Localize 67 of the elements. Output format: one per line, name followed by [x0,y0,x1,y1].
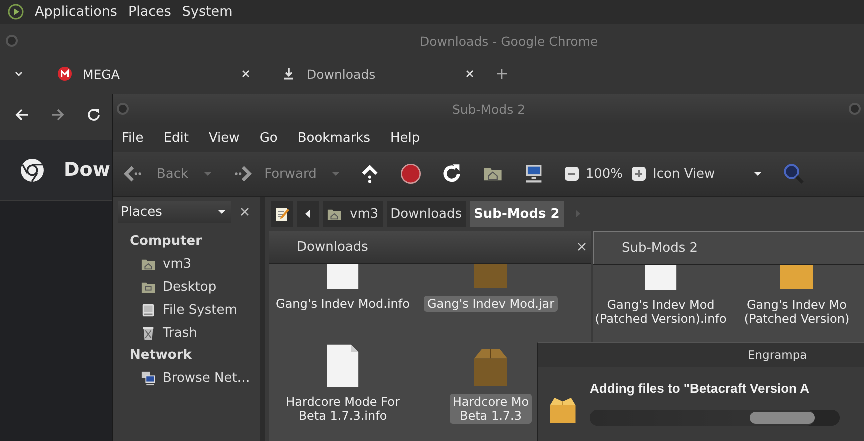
section-heading: Network [129,347,193,365]
browser-logo-icon [20,158,45,182]
close-icon[interactable] [241,69,251,79]
caret-left-icon [304,209,312,219]
view-dropdown[interactable]: Icon View [653,166,764,182]
window-title: Downloads - Google Chrome [420,34,598,48]
pane-tab[interactable]: Sub-Mods 2 [593,231,864,265]
back-arrow-icon[interactable] [14,107,30,123]
file-name[interactable]: Gang's Indev Mo (Patched Version) [741,297,853,327]
edit-location-button[interactable] [271,201,293,227]
close-icon[interactable] [577,242,587,252]
panel-menu[interactable]: Places [128,4,172,20]
panel-menu[interactable]: System [182,4,233,20]
menu-item[interactable]: Go [260,130,278,146]
dialog-title: Engrampa [748,348,808,362]
network-icon [141,371,156,386]
search-icon[interactable] [783,163,806,185]
sidebar-item[interactable]: File System [118,299,260,322]
sidebar-item[interactable]: Desktop [118,276,260,299]
reload-icon[interactable] [440,163,463,185]
dialog-message: Adding files to "Betacraft Version A [590,381,810,396]
file-name[interactable]: Gang's Indev Mod.info [273,296,413,312]
file-name[interactable]: Hardcore Mode For Beta 1.7.3.info [283,394,403,424]
forward-button[interactable]: Forward [230,163,317,185]
forward-arrow-icon[interactable] [50,107,66,123]
trash-icon [141,326,156,341]
caret-icon [217,207,227,217]
zoom-out-icon[interactable] [564,166,580,182]
new-tab-icon[interactable] [496,68,508,80]
file-name[interactable]: Hardcore Mo Beta 1.7.3 [450,394,532,424]
window-title: Sub-Mods 2 [452,102,526,116]
zoom-level: 100% [586,166,624,182]
browser-tab[interactable]: MEGA [46,66,259,82]
back-button[interactable]: Back [123,163,189,185]
chevron-down-icon[interactable] [14,69,24,79]
sidebar-item[interactable]: Browse Net… [118,367,260,390]
reload-icon[interactable] [86,107,102,123]
caret-icon [753,169,764,179]
file-name[interactable]: Gang's Indev Mod (Patched Version).info [593,297,730,327]
places-dropdown[interactable]: Places [118,201,231,223]
note-pencil-icon [274,206,290,222]
page-title: Dow [64,159,110,181]
menu-item[interactable]: View [208,130,240,146]
menu-item[interactable]: Edit [164,130,189,146]
home-folder-icon [141,257,156,272]
panel-menu[interactable]: Applications [35,4,118,20]
m-logo-icon [58,67,72,81]
path-segment[interactable]: vm3 [323,201,383,227]
folder-icon [141,280,156,295]
scroll-left-button[interactable] [297,201,319,227]
close-icon [240,207,250,217]
section-heading: Computer [129,233,204,251]
menu-item[interactable]: File [122,130,144,146]
menu-item[interactable]: Help [390,130,420,146]
browser-tab[interactable]: Downloads [270,66,483,82]
drive-icon [141,303,156,318]
sidebar-item[interactable]: vm3 [118,253,260,276]
stop-icon[interactable] [400,163,422,185]
path-segment[interactable]: Downloads [386,201,466,227]
logo-icon[interactable] [8,4,24,20]
file-name[interactable]: Gang's Indev Mod.jar [424,296,558,312]
zoom-in-icon[interactable] [631,166,648,182]
close-icon[interactable] [465,69,475,79]
sidebar-item[interactable]: Trash [118,322,260,345]
download-icon [282,67,296,81]
path-segment[interactable]: Sub-Mods 2 [470,201,564,227]
menu-item[interactable]: Bookmarks [298,130,370,146]
